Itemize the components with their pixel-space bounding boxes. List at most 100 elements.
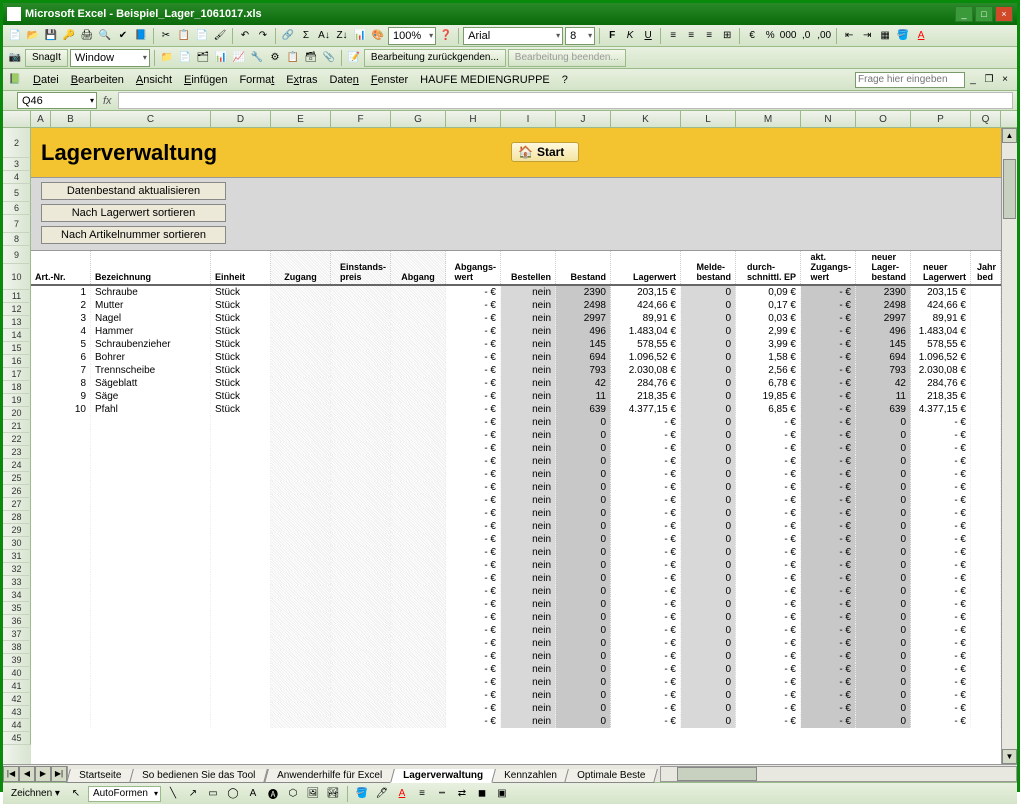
table-row[interactable]: 2MutterStück- €nein2498424,66 €00,17 €- …	[31, 299, 1017, 312]
link-icon[interactable]: 🔗	[280, 28, 296, 44]
table-row[interactable]: - €nein0- €0- €- €0- €	[31, 624, 1017, 637]
ext7-icon[interactable]: ⚙	[267, 50, 283, 66]
row-header[interactable]: 6	[3, 202, 31, 215]
redo-icon[interactable]: ↷	[255, 28, 271, 44]
fillcolor-icon[interactable]: 🪣	[354, 786, 370, 802]
col-header-Q[interactable]: Q	[971, 111, 1001, 127]
textbox-icon[interactable]: A	[245, 786, 261, 802]
menu-format[interactable]: Format	[233, 72, 280, 88]
tab-prev-icon[interactable]: ◀	[19, 766, 35, 782]
row-header[interactable]: 5	[3, 184, 31, 202]
col-header-P[interactable]: P	[911, 111, 971, 127]
row-header[interactable]: 26	[3, 485, 31, 498]
table-row[interactable]: 10PfahlStück- €nein6394.377,15 €06,85 €-…	[31, 403, 1017, 416]
minimize-button[interactable]: _	[955, 6, 973, 22]
tab-last-icon[interactable]: ▶|	[51, 766, 67, 782]
drawing-icon[interactable]: 🎨	[370, 28, 386, 44]
table-row[interactable]: - €nein0- €0- €- €0- €	[31, 585, 1017, 598]
name-box[interactable]: Q46	[17, 92, 97, 109]
menu-bearbeiten[interactable]: Bearbeiten	[65, 72, 130, 88]
ext5-icon[interactable]: 📈	[231, 50, 247, 66]
merge-icon[interactable]: ⊞	[719, 28, 735, 44]
row-header[interactable]: 41	[3, 680, 31, 693]
table-row[interactable]: - €nein0- €0- €- €0- €	[31, 481, 1017, 494]
menu-fenster[interactable]: Fenster	[365, 72, 414, 88]
row-header[interactable]: 35	[3, 602, 31, 615]
chart-icon[interactable]: 📊	[352, 28, 368, 44]
row-header[interactable]: 9	[3, 246, 31, 264]
row-header[interactable]: 38	[3, 641, 31, 654]
cut-icon[interactable]: ✂	[158, 28, 174, 44]
row-header[interactable]: 30	[3, 537, 31, 550]
sum-icon[interactable]: Σ	[298, 28, 314, 44]
3d-icon[interactable]: ▣	[494, 786, 510, 802]
snagit-button[interactable]: SnagIt	[25, 49, 68, 67]
row-header[interactable]: 11	[3, 290, 31, 303]
table-row[interactable]: - €nein0- €0- €- €0- €	[31, 702, 1017, 715]
ext4-icon[interactable]: 📊	[213, 50, 229, 66]
row-header[interactable]: 12	[3, 303, 31, 316]
row-header[interactable]: 43	[3, 706, 31, 719]
col-header-J[interactable]: J	[556, 111, 611, 127]
menu-datei[interactable]: Datei	[27, 72, 65, 88]
row-header[interactable]: 19	[3, 394, 31, 407]
align-left-icon[interactable]: ≡	[665, 28, 681, 44]
end-review-button[interactable]: Bearbeitung beenden...	[508, 49, 626, 67]
ext8-icon[interactable]: 📋	[285, 50, 301, 66]
col-header-C[interactable]: C	[91, 111, 211, 127]
ext1-icon[interactable]: 📁	[159, 50, 175, 66]
font-color-icon[interactable]: A	[913, 28, 929, 44]
sort-az-icon[interactable]: A↓	[316, 28, 332, 44]
italic-icon[interactable]: K	[622, 28, 638, 44]
menu-ansicht[interactable]: Ansicht	[130, 72, 178, 88]
row-header[interactable]: 20	[3, 407, 31, 420]
new-icon[interactable]: 📄	[7, 28, 23, 44]
vertical-scrollbar[interactable]: ▲ ▼	[1001, 128, 1017, 764]
row-header[interactable]: 42	[3, 693, 31, 706]
row-header[interactable]: 33	[3, 576, 31, 589]
col-header-M[interactable]: M	[736, 111, 801, 127]
oval-icon[interactable]: ◯	[225, 786, 241, 802]
menu-extras[interactable]: Extras	[280, 72, 323, 88]
table-row[interactable]: 5SchraubenzieherStück- €nein145578,55 €0…	[31, 338, 1017, 351]
copy-icon[interactable]: 📋	[176, 28, 192, 44]
ext6-icon[interactable]: 🔧	[249, 50, 265, 66]
track-icon[interactable]: 📝	[346, 50, 362, 66]
ind-inc-icon[interactable]: ⇥	[859, 28, 875, 44]
help-search-input[interactable]	[855, 72, 965, 88]
snagit-window-dropdown[interactable]: Window	[70, 49, 150, 67]
table-row[interactable]: 1SchraubeStück- €nein2390203,15 €00,09 €…	[31, 286, 1017, 299]
arrow-icon[interactable]: ↗	[185, 786, 201, 802]
col-header-E[interactable]: E	[271, 111, 331, 127]
horizontal-scrollbar[interactable]	[660, 766, 1017, 782]
row-header[interactable]: 29	[3, 524, 31, 537]
underline-icon[interactable]: U	[640, 28, 656, 44]
open-icon[interactable]: 📂	[25, 28, 41, 44]
row-header[interactable]: 13	[3, 316, 31, 329]
picture-icon[interactable]: 🏞	[325, 786, 341, 802]
percent-icon[interactable]: %	[762, 28, 778, 44]
ext10-icon[interactable]: 📎	[321, 50, 337, 66]
doc-min-icon[interactable]: _	[965, 72, 981, 88]
sort-za-icon[interactable]: Z↓	[334, 28, 350, 44]
col-header-D[interactable]: D	[211, 111, 271, 127]
table-row[interactable]: - €nein0- €0- €- €0- €	[31, 572, 1017, 585]
menu-daten[interactable]: Daten	[323, 72, 364, 88]
col-header-F[interactable]: F	[331, 111, 391, 127]
sheet-tab[interactable]: Startseite	[66, 769, 134, 783]
sheet-tab[interactable]: Lagerverwaltung	[390, 769, 496, 783]
table-row[interactable]: - €nein0- €0- €- €0- €	[31, 416, 1017, 429]
tab-first-icon[interactable]: |◀	[3, 766, 19, 782]
sheet-tab[interactable]: So bedienen Sie das Tool	[129, 769, 268, 783]
row-header[interactable]: 39	[3, 654, 31, 667]
sort-by-value-button[interactable]: Nach Lagerwert sortieren	[41, 204, 226, 222]
table-row[interactable]: - €nein0- €0- €- €0- €	[31, 637, 1017, 650]
clipart-icon[interactable]: 🖼	[305, 786, 321, 802]
ind-dec-icon[interactable]: ⇤	[841, 28, 857, 44]
lineweight-icon[interactable]: ≡	[414, 786, 430, 802]
row-header[interactable]: 18	[3, 381, 31, 394]
row-header[interactable]: 45	[3, 732, 31, 745]
row-header[interactable]: 3	[3, 158, 31, 171]
scroll-thumb[interactable]	[1003, 159, 1016, 219]
row-header[interactable]: 4	[3, 171, 31, 184]
